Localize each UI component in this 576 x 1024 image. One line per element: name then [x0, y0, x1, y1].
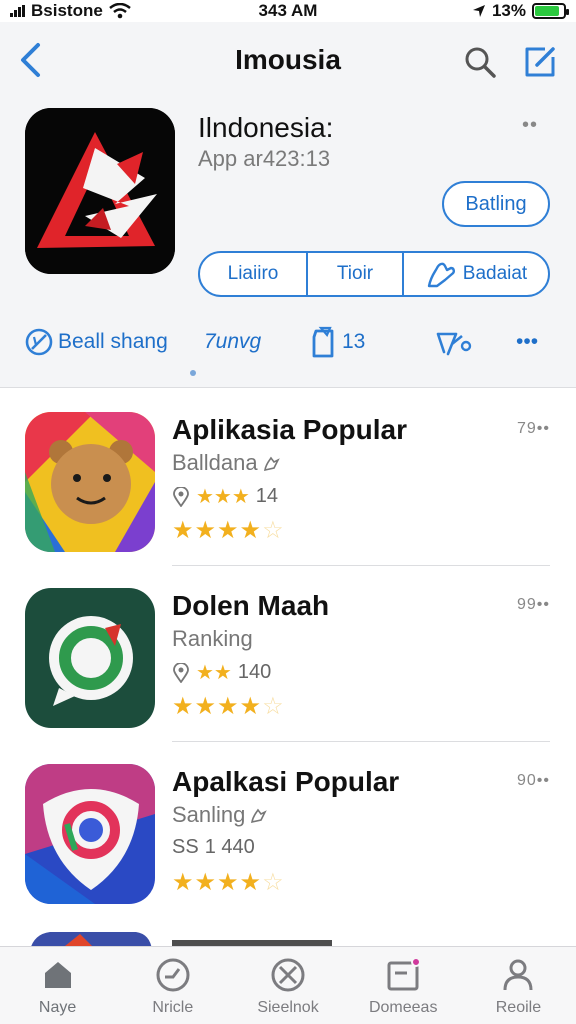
- action-label-3: 13: [342, 330, 366, 353]
- tab-clock[interactable]: Nricle: [115, 947, 230, 1024]
- badge-icon: [25, 328, 53, 356]
- tab-label: Nricle: [152, 999, 194, 1016]
- app-category: Balldana: [172, 450, 282, 476]
- app-extra: 79••: [517, 420, 550, 437]
- action-label-2: 7unvg: [204, 330, 262, 353]
- app-name: Ilndonesia:: [198, 112, 334, 143]
- app-title: Dolen Maah: [172, 590, 330, 621]
- tab-label: Reoile: [495, 999, 542, 1016]
- meta-count: 140: [237, 661, 272, 683]
- chat-bubble-icon: [25, 588, 155, 728]
- app-logo-icon: [25, 108, 175, 274]
- meta-stars: ★★★: [196, 486, 250, 508]
- location-arrow-icon: [472, 5, 485, 17]
- camera-shield-icon: [25, 764, 155, 904]
- app-category: Ranking: [172, 626, 253, 652]
- compose-button[interactable]: [518, 42, 562, 82]
- hand-small-icon: [263, 456, 280, 472]
- pin-icon: [173, 662, 189, 683]
- action-item-2[interactable]: 7unvg: [204, 320, 261, 364]
- action-item-3[interactable]: 13: [310, 320, 365, 364]
- segment-3[interactable]: Badaiat: [404, 253, 548, 295]
- tab-profile[interactable]: Reoile: [461, 947, 576, 1024]
- list-item[interactable]: Dolen Maah Ranking ★★ 140 ★★★★ ☆ 99••: [0, 566, 576, 742]
- signal-icon: [10, 5, 25, 17]
- app-icon-camera: [25, 764, 155, 904]
- battery-icon: [532, 3, 569, 19]
- rating-stars: ★★★★ ☆: [172, 517, 285, 544]
- meta-count: 14: [255, 485, 279, 507]
- bear-icon: [25, 412, 155, 552]
- app-header: Imousia Ilndonesia: App ar423:13 •• Batl…: [0, 22, 576, 388]
- status-bar: Bsistone 343 AM 13%: [0, 0, 576, 22]
- app-subtitle: App ar423:13: [198, 146, 331, 171]
- battery-percent: 13%: [491, 1, 526, 20]
- status-right: 13%: [472, 1, 569, 21]
- clock-icon: [153, 955, 193, 995]
- navigation-bar: Imousia: [0, 36, 576, 84]
- person-icon: [498, 955, 538, 995]
- chart-icon: [436, 332, 472, 356]
- app-category-label: Balldana: [172, 450, 258, 475]
- segment-2[interactable]: Tioir: [308, 253, 404, 295]
- rating-stars: ★★★★ ☆: [172, 693, 285, 720]
- pin-icon: [173, 486, 189, 507]
- app-meta: SS 1 440: [172, 836, 255, 859]
- carrier-label: Bsistone: [31, 1, 103, 20]
- status-left: Bsistone: [10, 1, 131, 21]
- app-extra: 99••: [517, 596, 550, 613]
- action-item-4[interactable]: [434, 320, 474, 364]
- tab-inbox[interactable]: Domeeas: [346, 947, 461, 1024]
- action-row: Beall shang 7unvg 13 •••: [0, 320, 576, 364]
- app-title: Aplikasia Popular: [172, 414, 407, 445]
- tab-home[interactable]: Naye: [0, 947, 115, 1024]
- app-icon[interactable]: [25, 108, 175, 274]
- page-indicator: [190, 370, 196, 376]
- tab-label: Domeeas: [368, 999, 438, 1016]
- tab-close[interactable]: Sieelnok: [230, 947, 345, 1024]
- app-icon-bear: [25, 412, 155, 552]
- app-category: Sanling: [172, 802, 269, 828]
- home-icon: [38, 955, 78, 995]
- more-options[interactable]: ••: [522, 114, 538, 137]
- app-meta: ★★ 140: [172, 660, 271, 685]
- compose-icon: [525, 47, 555, 77]
- tab-label: Sieelnok: [257, 999, 319, 1016]
- app-category-label: Ranking: [172, 626, 253, 651]
- app-title: Apalkasi Popular: [172, 766, 400, 797]
- battery-level: [535, 6, 559, 16]
- list-item[interactable]: Apalkasi Popular Sanling SS 1 440 ★★★★ ☆ …: [0, 742, 576, 918]
- wifi-icon: [109, 3, 131, 19]
- segment-1[interactable]: Liaiiro: [200, 253, 308, 295]
- app-meta: ★★★ 14: [172, 484, 278, 509]
- action-item-1[interactable]: Beall shang: [24, 320, 168, 364]
- app-category-label: Sanling: [172, 802, 246, 827]
- search-icon: [465, 47, 496, 78]
- meta-stars: ★★: [196, 662, 232, 684]
- meta-prefix: SS: [172, 836, 199, 858]
- hand-small-icon: [251, 808, 268, 824]
- segment-3-label: Badaiat: [462, 263, 528, 284]
- app-icon-chat: [25, 588, 155, 728]
- list-item[interactable]: Aplikasia Popular Balldana ★★★ 14 ★★★★ ☆ …: [0, 390, 576, 566]
- hand-icon: [427, 262, 455, 288]
- app-extra: 90••: [517, 772, 550, 789]
- primary-button[interactable]: Batling: [442, 181, 550, 227]
- clipboard-icon: [312, 326, 334, 358]
- action-label-1: Beall shang: [58, 330, 168, 353]
- inbox-icon: [383, 955, 423, 995]
- close-circle-icon: [268, 955, 308, 995]
- segmented-control: Liaiiro Tioir Badaiat: [198, 251, 550, 297]
- search-button[interactable]: [460, 42, 500, 82]
- tab-label: Naye: [38, 999, 77, 1016]
- rating-stars: ★★★★ ☆: [172, 869, 285, 896]
- meta-count: 1 440: [204, 836, 255, 858]
- tab-bar: Naye Nricle Sieelnok Domeeas Reoile: [0, 946, 576, 1024]
- more-actions-button[interactable]: •••: [516, 320, 538, 364]
